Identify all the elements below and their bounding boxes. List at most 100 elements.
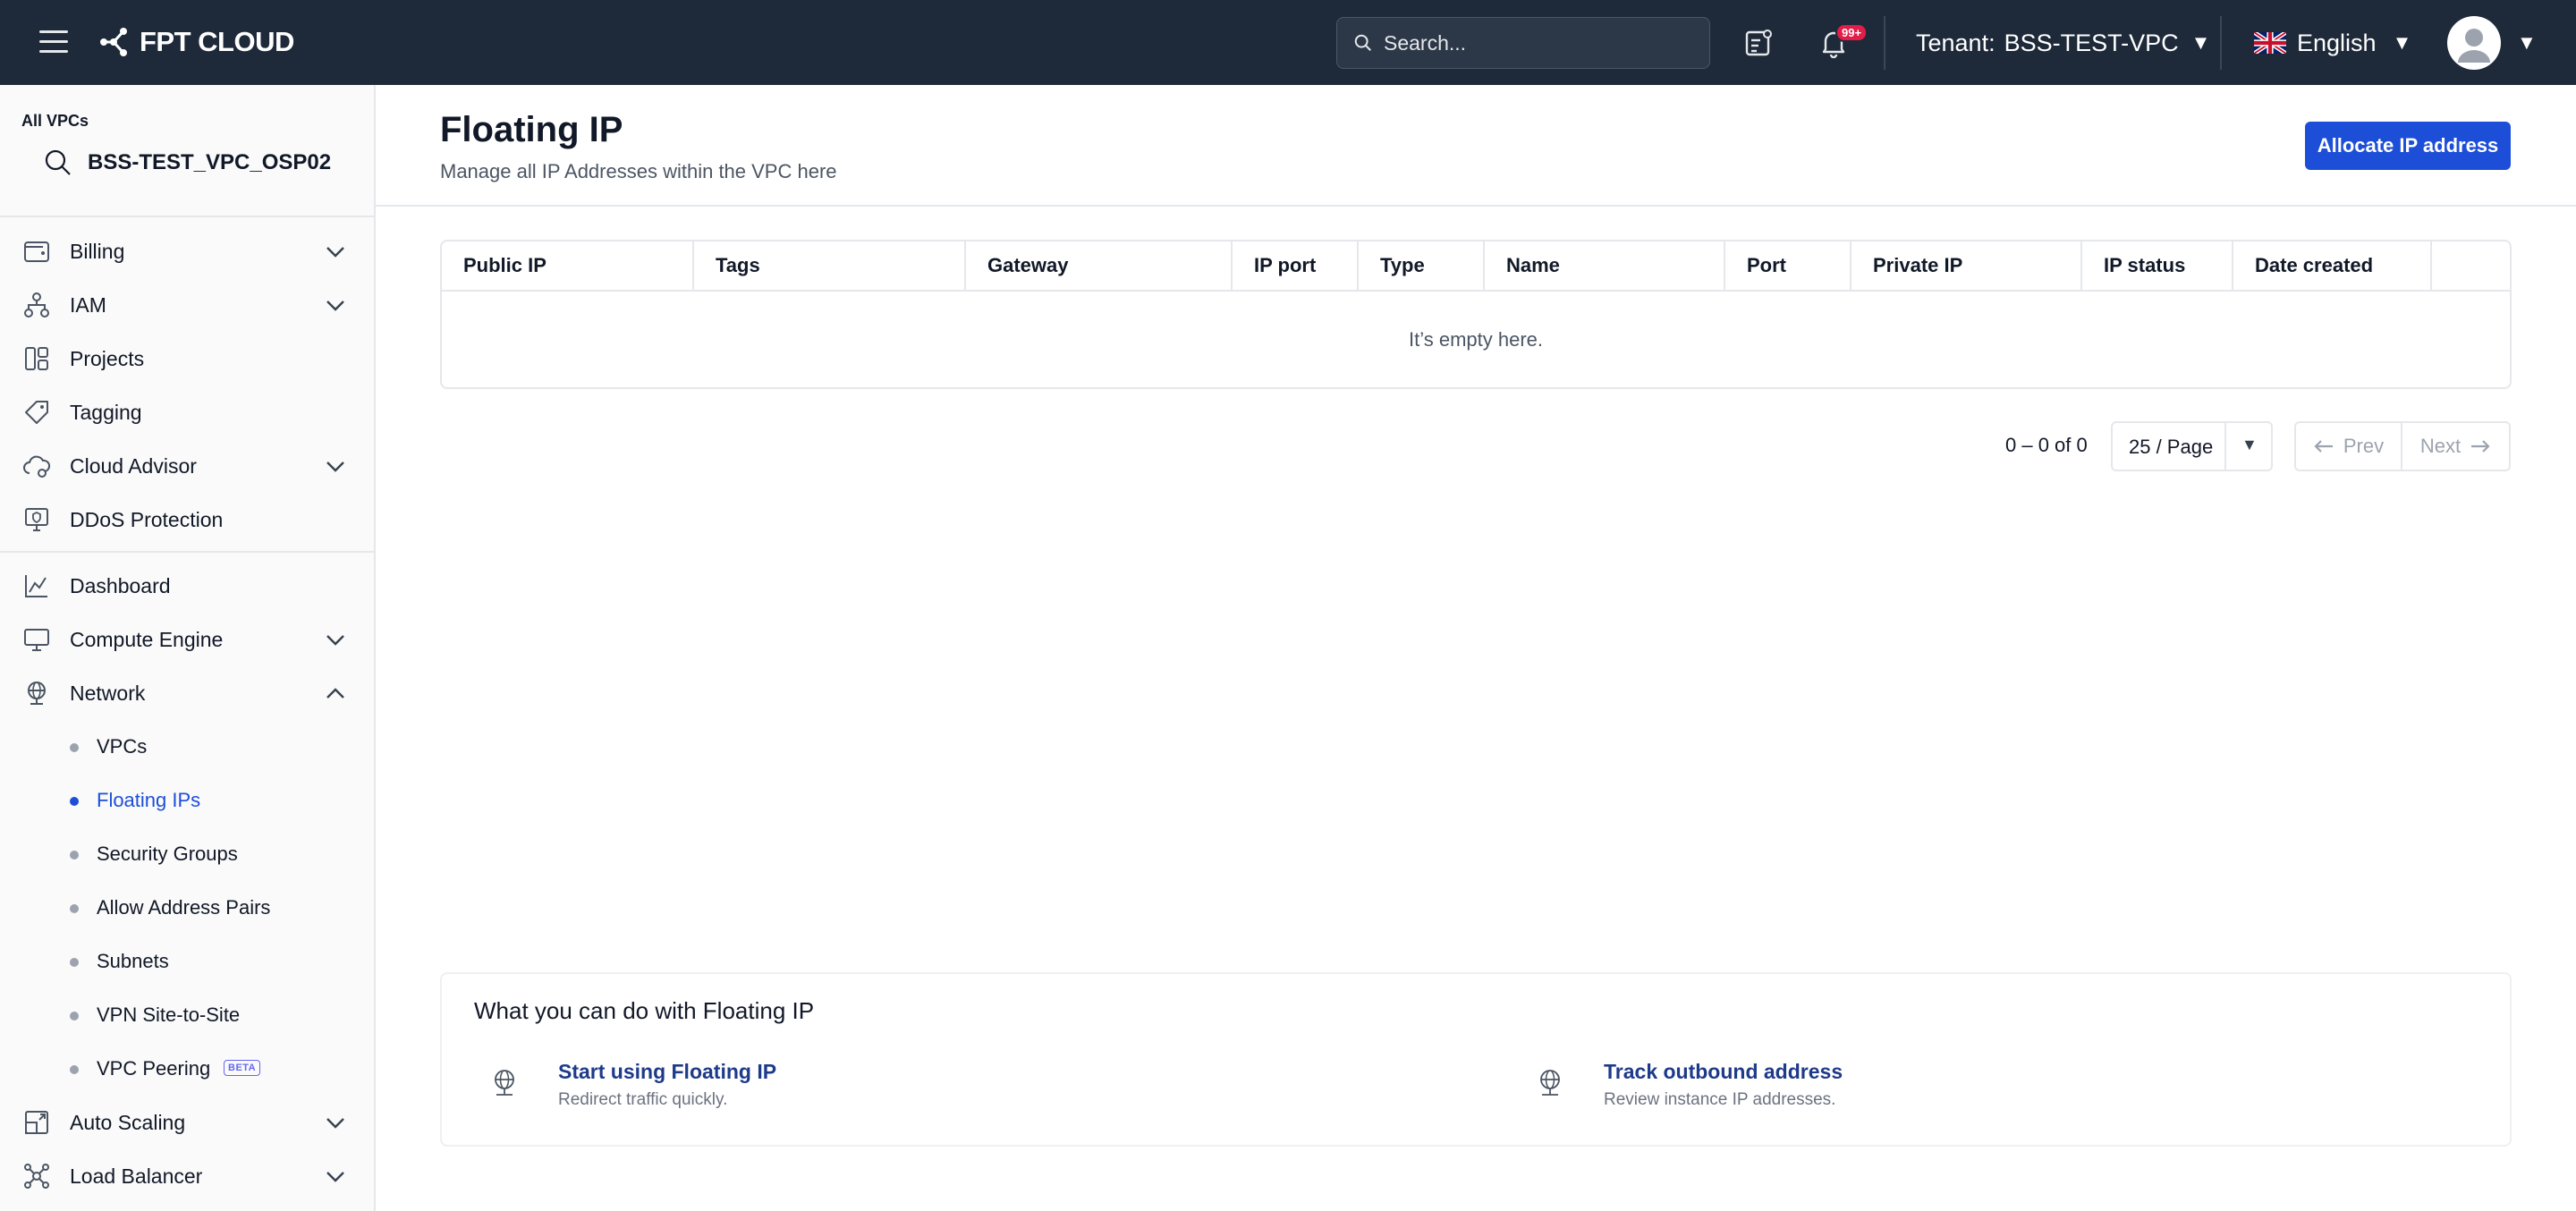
- tenant-selector[interactable]: Tenant: BSS-TEST-VPC ▼: [1916, 25, 2210, 61]
- notification-bell-icon[interactable]: 99+: [1816, 23, 1868, 61]
- next-page-button[interactable]: Next: [2402, 421, 2511, 471]
- bullet-dot: [70, 797, 79, 806]
- global-search[interactable]: [1336, 17, 1710, 69]
- caret-down-icon: ▼: [2392, 31, 2412, 54]
- sidebar-item-ddos-protection[interactable]: DDoS Protection: [0, 493, 374, 546]
- column-header-ip-port[interactable]: IP port: [1233, 241, 1359, 290]
- scaling-icon: [21, 1109, 52, 1136]
- cloud-icon: [21, 453, 52, 479]
- column-header-actions: [2432, 241, 2510, 290]
- sidebar-item-projects[interactable]: Projects: [0, 332, 374, 385]
- column-header-date-created[interactable]: Date created: [2233, 241, 2432, 290]
- chevron-down-icon: [326, 1118, 344, 1129]
- sidebar-item-cloud-advisor[interactable]: Cloud Advisor: [0, 439, 374, 493]
- vpc-name: BSS-TEST_VPC_OSP02: [88, 150, 332, 174]
- allocate-ip-address-button[interactable]: Allocate IP address: [2305, 122, 2511, 170]
- sidebar-subitem-label: Security Groups: [97, 843, 238, 865]
- sidebar-item-label: Auto Scaling: [70, 1110, 186, 1134]
- sidebar-subitem-security-groups[interactable]: Security Groups: [0, 827, 374, 881]
- caret-down-icon: ▼: [2190, 31, 2211, 54]
- sidebar-subitem-vpc-peering[interactable]: VPC Peering BETA: [0, 1042, 374, 1096]
- shield-monitor-icon: [21, 506, 52, 533]
- sidebar-item-label: DDoS Protection: [70, 507, 224, 531]
- tenant-value: BSS-TEST-VPC: [2004, 29, 2179, 56]
- header-divider: [376, 205, 2576, 207]
- sidebar-subitem-vpn-site-to-site[interactable]: VPN Site-to-Site: [0, 988, 374, 1042]
- sidebar-item-tagging[interactable]: Tagging: [0, 385, 374, 439]
- sidebar-subitem-vpcs[interactable]: VPCs: [0, 720, 374, 774]
- sidebar-item-billing[interactable]: Billing: [0, 224, 374, 278]
- hierarchy-icon: [21, 292, 52, 318]
- chart-line-icon: [21, 572, 52, 599]
- table-header: Public IP Tags Gateway IP port Type Name…: [442, 241, 2510, 292]
- sidebar-item-label: Dashboard: [70, 573, 171, 597]
- prev-page-button[interactable]: Prev: [2294, 421, 2402, 471]
- sidebar-subitem-label: Floating IPs: [97, 789, 201, 811]
- language-selector[interactable]: English ▼: [2254, 25, 2411, 61]
- info-item-desc: Review instance IP addresses.: [1604, 1090, 1836, 1109]
- sidebar-item-load-balancer[interactable]: Load Balancer: [0, 1149, 374, 1203]
- bullet-dot: [70, 958, 79, 967]
- vpc-selector[interactable]: BSS-TEST_VPC_OSP02: [43, 148, 331, 178]
- globe-network-icon: [495, 1070, 514, 1096]
- column-header-tags[interactable]: Tags: [694, 241, 966, 290]
- monitor-icon: [21, 626, 52, 653]
- info-card-title: What you can do with Floating IP: [474, 997, 815, 1024]
- column-header-port[interactable]: Port: [1725, 241, 1852, 290]
- sidebar-subitem-subnets[interactable]: Subnets: [0, 935, 374, 988]
- sidebar-subitem-label: VPC Peering: [97, 1057, 211, 1080]
- column-header-private-ip[interactable]: Private IP: [1852, 241, 2082, 290]
- chevron-down-icon: [326, 462, 344, 472]
- sidebar-subitem-label: Subnets: [97, 950, 169, 972]
- chevron-down-icon: [326, 301, 344, 311]
- sidebar-subitem-floating-ips[interactable]: Floating IPs: [0, 774, 374, 827]
- arrow-left-icon: [2314, 440, 2333, 453]
- arrow-right-icon: [2471, 440, 2490, 453]
- brand-logo[interactable]: FPT CLOUD: [97, 24, 294, 60]
- page-title: Floating IP: [440, 110, 623, 149]
- sidebar-subitem-label: VPCs: [97, 735, 148, 758]
- sidebar-item-auto-scaling[interactable]: Auto Scaling: [0, 1096, 374, 1149]
- sidebar-divider: [0, 216, 374, 217]
- sidebar-item-label: Projects: [70, 346, 145, 370]
- column-header-public-ip[interactable]: Public IP: [442, 241, 694, 290]
- bullet-dot: [70, 904, 79, 913]
- sidebar-item-dashboard[interactable]: Dashboard: [0, 559, 374, 613]
- next-label: Next: [2419, 435, 2462, 457]
- caret-down-icon: ▼: [2241, 436, 2258, 453]
- menu-icon[interactable]: [39, 30, 68, 54]
- floating-ip-table: Public IP Tags Gateway IP port Type Name…: [440, 240, 2512, 389]
- sidebar-subitem-allow-address-pairs[interactable]: Allow Address Pairs: [0, 881, 374, 935]
- page-size-value: 25 / Page: [2129, 436, 2214, 458]
- chevron-down-icon: [326, 1172, 344, 1182]
- chevron-up-icon: [326, 688, 344, 699]
- load-balancer-icon: [21, 1163, 52, 1190]
- sidebar-item-label: Tagging: [70, 400, 142, 424]
- search-input[interactable]: [1384, 30, 1688, 55]
- bullet-dot: [70, 743, 79, 752]
- sidebar: All VPCs BSS-TEST_VPC_OSP02 Billing IAM …: [0, 85, 376, 1211]
- info-item-title: Track outbound address: [1604, 1060, 1843, 1083]
- caret-down-icon: ▼: [2517, 31, 2537, 54]
- page-size-select[interactable]: 25 / Page ▼: [2111, 421, 2273, 471]
- top-bar: FPT CLOUD 99+ Tenant: BSS-TEST-VPC ▼ Eng…: [0, 0, 2576, 85]
- wallet-icon: [21, 238, 52, 265]
- column-header-type[interactable]: Type: [1359, 241, 1485, 290]
- sidebar-subitem-label: VPN Site-to-Site: [97, 1004, 241, 1026]
- tag-icon: [21, 399, 52, 426]
- beta-badge: BETA: [224, 1060, 261, 1076]
- tasks-icon[interactable]: [1741, 25, 1776, 61]
- column-header-ip-status[interactable]: IP status: [2082, 241, 2233, 290]
- search-icon: [1354, 34, 1371, 51]
- sidebar-item-network[interactable]: Network: [0, 666, 374, 720]
- tenant-label: Tenant:: [1916, 29, 1996, 56]
- sidebar-item-label: Load Balancer: [70, 1164, 203, 1188]
- user-menu[interactable]: ▼: [2447, 16, 2537, 70]
- sidebar-item-compute-engine[interactable]: Compute Engine: [0, 613, 374, 666]
- topbar-divider: [1884, 16, 1885, 70]
- sidebar-item-iam[interactable]: IAM: [0, 278, 374, 332]
- column-header-name[interactable]: Name: [1485, 241, 1725, 290]
- sidebar-item-label: Network: [70, 681, 146, 705]
- avatar: [2447, 16, 2501, 70]
- column-header-gateway[interactable]: Gateway: [966, 241, 1233, 290]
